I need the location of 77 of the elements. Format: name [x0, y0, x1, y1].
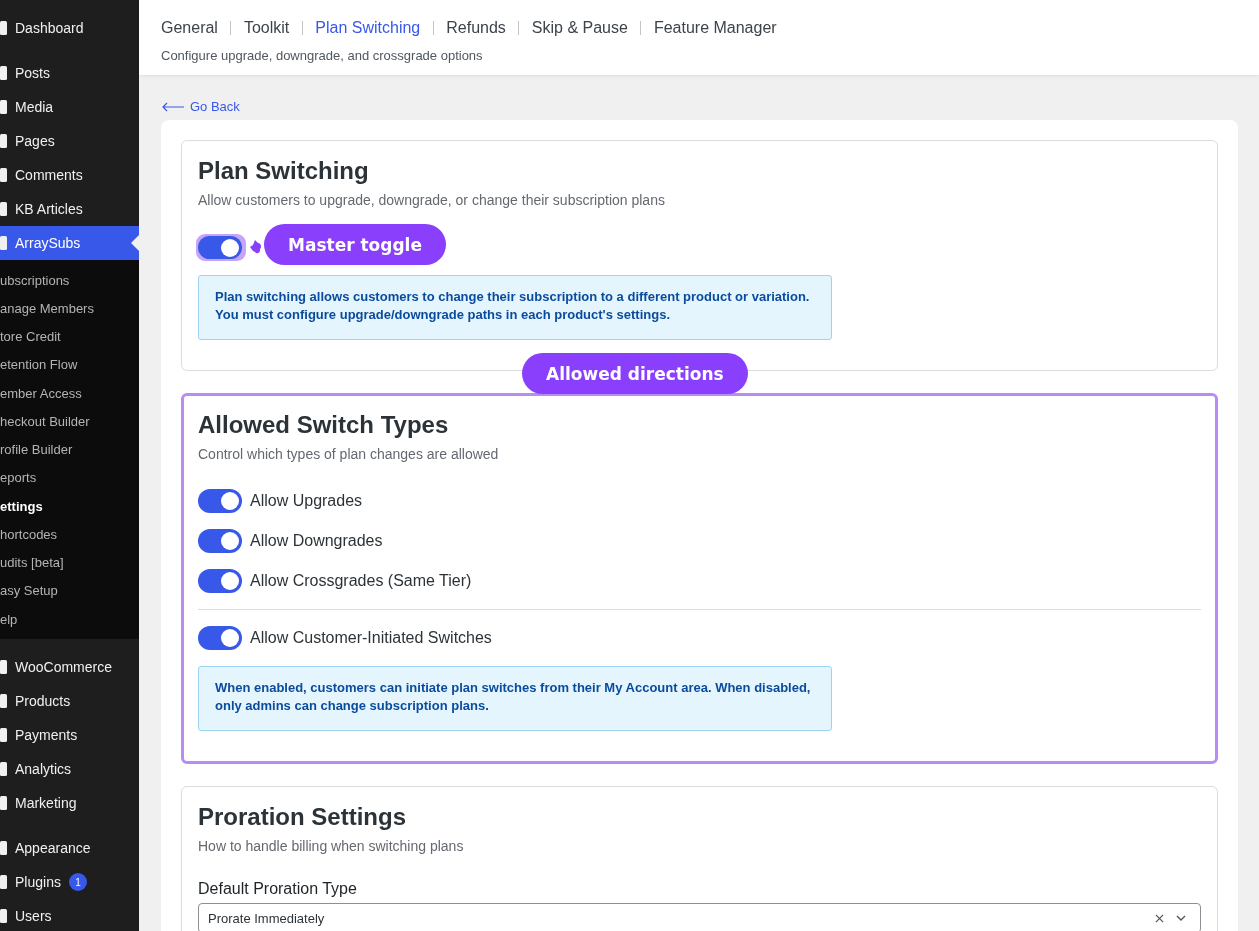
nav-tab[interactable]: Plan Switching [315, 17, 421, 39]
submenu-item[interactable]: asy Setup [0, 576, 139, 605]
chevron-down-icon[interactable] [1176, 915, 1186, 921]
submenu-item[interactable]: tore Credit [0, 322, 139, 351]
submenu-item[interactable]: heckout Builder [0, 407, 139, 436]
sidebar-item[interactable]: Appearance [0, 831, 139, 866]
sidebar-item[interactable]: Media [0, 90, 139, 124]
toggle-switch[interactable] [198, 489, 242, 513]
submenu-item[interactable]: elp [0, 605, 139, 634]
info-notice: When enabled, customers can initiate plan switches from their My Account area. When disabled, only admins can change subscription plans. [198, 666, 832, 731]
menu-icon [0, 236, 7, 250]
nav-tab[interactable]: Toolkit [243, 17, 290, 39]
count-badge: 1 [68, 873, 87, 892]
toggle-label: Allow Crossgrades (Same Tier) [250, 572, 472, 590]
card-title: Proration Settings [198, 802, 408, 832]
toggle-switch[interactable] [198, 626, 242, 650]
submenu-item[interactable]: rofile Builder [0, 435, 139, 464]
menu-icon [0, 762, 7, 777]
menu-icon [0, 66, 7, 80]
sidebar-item[interactable]: Payments [0, 718, 139, 753]
field-label: Default Proration Type [198, 879, 358, 899]
arrow-left-icon [162, 102, 184, 112]
menu-icon [0, 796, 7, 811]
sidebar-item[interactable]: Posts [0, 56, 139, 90]
card-subtitle: Allow customers to upgrade, downgrade, or change their subscription plans [198, 191, 666, 210]
submenu-item[interactable]: udits [beta] [0, 548, 139, 577]
card-subtitle: How to handle billing when switching plans [198, 837, 465, 856]
card-title: Allowed Switch Types [198, 410, 450, 440]
menu-icon [0, 21, 7, 35]
menu-icon [0, 100, 7, 114]
back-link[interactable]: Go Back [162, 98, 240, 116]
clear-icon[interactable] [1155, 913, 1164, 923]
annotation-label: Allowed directions [522, 353, 748, 394]
sidebar-item[interactable]: Dashboard [0, 11, 139, 45]
menu-icon [0, 202, 7, 216]
submenu-item[interactable]: ettings [0, 492, 139, 521]
submenu-item[interactable]: anage Members [0, 294, 139, 323]
toggle-switch[interactable] [198, 235, 244, 259]
submenu-item[interactable]: ember Access [0, 379, 139, 408]
menu-icon [0, 134, 7, 148]
nav-tab[interactable]: Feature Manager [653, 17, 777, 39]
page-subtitle: Configure upgrade, downgrade, and crossgrade options [161, 47, 484, 65]
sidebar-item[interactable]: Users [0, 899, 139, 931]
submenu-item[interactable]: eports [0, 463, 139, 492]
menu-icon [0, 909, 7, 924]
card-subtitle: Control which types of plan changes are allowed [198, 445, 500, 464]
marker-icon [250, 239, 262, 255]
sidebar-item[interactable]: Pages [0, 124, 139, 158]
submenu-item[interactable]: hortcodes [0, 520, 139, 549]
sidebar-item[interactable]: ArraySubs [0, 226, 139, 260]
nav-tab[interactable]: General [161, 17, 218, 39]
sidebar-item[interactable]: Comments [0, 158, 139, 192]
info-notice: Plan switching allows customers to change their subscription to a different product or variation. You must configure upgrade/downgrade paths in each product's settings. [198, 275, 832, 340]
sidebar-item[interactable]: Plugins 1 [0, 865, 139, 900]
sidebar-item[interactable]: Analytics [0, 752, 139, 787]
submenu-item[interactable]: etention Flow [0, 350, 139, 379]
menu-icon [0, 168, 7, 182]
toggle-label: Allow Upgrades [250, 492, 363, 510]
nav-tab[interactable]: Refunds [446, 17, 506, 39]
menu-icon [0, 694, 7, 709]
toggle-label: Allow Downgrades [250, 532, 383, 550]
toggle-switch[interactable] [198, 569, 242, 593]
menu-icon [0, 728, 7, 743]
sidebar-item[interactable]: Marketing [0, 786, 139, 821]
sidebar-item[interactable]: WooCommerce [0, 650, 139, 685]
annotation-label: Master toggle [264, 224, 446, 265]
card-title: Plan Switching [198, 156, 370, 186]
submenu-item[interactable]: ubscriptions [0, 266, 139, 295]
menu-icon [0, 841, 7, 856]
select-field[interactable]: Prorate Immediately [198, 903, 1201, 931]
menu-icon [0, 875, 7, 890]
nav-tab[interactable]: Skip & Pause [531, 17, 628, 39]
sidebar-item[interactable]: KB Articles [0, 192, 139, 226]
toggle-switch[interactable] [198, 529, 242, 553]
menu-icon [0, 660, 7, 675]
toggle-label: Allow Customer-Initiated Switches [250, 629, 492, 647]
sidebar-item[interactable]: Products [0, 684, 139, 719]
